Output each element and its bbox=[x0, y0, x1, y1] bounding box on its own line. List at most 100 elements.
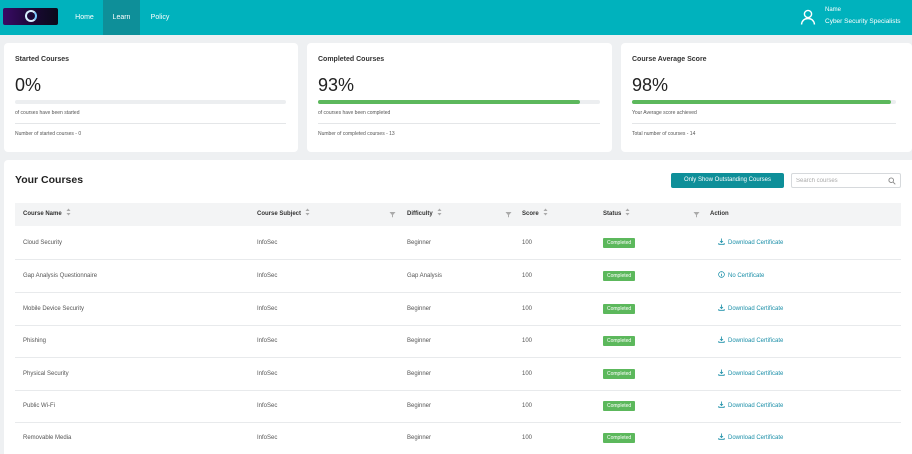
card-title: Started Courses bbox=[15, 56, 70, 63]
user-name[interactable]: Name bbox=[825, 7, 841, 13]
course-name: Cloud Security bbox=[23, 240, 63, 246]
user-icon[interactable] bbox=[800, 9, 816, 25]
course-score: 100 bbox=[522, 371, 533, 377]
sort-icon[interactable] bbox=[625, 208, 630, 216]
status-badge: Completed bbox=[603, 369, 636, 379]
status-badge: Completed bbox=[603, 304, 636, 314]
card-value: 0% bbox=[15, 75, 42, 95]
download-icon bbox=[718, 238, 725, 245]
download-certificate-link[interactable]: Download Certificate bbox=[718, 293, 783, 325]
logo-ring-icon bbox=[25, 10, 37, 22]
nav-policy[interactable]: Policy bbox=[142, 0, 178, 35]
sort-icon[interactable] bbox=[543, 208, 548, 216]
table-row: Gap Analysis Questionnaire InfoSec Gap A… bbox=[15, 260, 901, 293]
action-label: Download Certificate bbox=[728, 306, 784, 312]
course-score: 100 bbox=[522, 306, 533, 312]
started-courses-card: Started Courses 0% of courses have been … bbox=[4, 43, 298, 152]
course-name: Phishing bbox=[23, 338, 47, 344]
course-score: 100 bbox=[522, 403, 533, 409]
column-header-score[interactable]: Score bbox=[522, 203, 548, 226]
search-icon[interactable] bbox=[888, 177, 896, 185]
course-subject: InfoSec bbox=[257, 306, 278, 312]
column-header-course-subject[interactable]: Course Subject bbox=[257, 203, 310, 226]
course-difficulty: Beginner bbox=[407, 240, 432, 246]
filter-icon[interactable] bbox=[389, 211, 396, 218]
card-value: 98% bbox=[632, 75, 669, 95]
card-footer: Total number of courses - 14 bbox=[632, 131, 696, 137]
info-icon bbox=[718, 271, 725, 278]
download-certificate-link[interactable]: Download Certificate bbox=[718, 358, 783, 390]
card-footer: Number of completed courses - 13 bbox=[318, 131, 395, 137]
search-box[interactable] bbox=[791, 173, 901, 188]
course-difficulty: Beginner bbox=[407, 371, 432, 377]
table-row: Phishing InfoSec Beginner 100 Completed … bbox=[15, 325, 901, 358]
show-outstanding-button[interactable]: Only Show Outstanding Courses bbox=[671, 173, 784, 188]
user-organization: Cyber Security Specialists bbox=[825, 18, 901, 25]
card-divider bbox=[318, 123, 600, 124]
column-label: Score bbox=[522, 211, 539, 217]
course-difficulty: Beginner bbox=[407, 435, 432, 441]
course-name: Physical Security bbox=[23, 371, 69, 377]
column-header-course-name[interactable]: Course Name bbox=[23, 203, 71, 226]
status-badge: Completed bbox=[603, 271, 636, 281]
search-input[interactable] bbox=[796, 175, 882, 186]
course-difficulty: Beginner bbox=[407, 306, 432, 312]
column-label: Difficulty bbox=[407, 211, 433, 217]
table-row: Removable Media InfoSec Beginner 100 Com… bbox=[15, 422, 901, 454]
table-row: Public Wi-Fi InfoSec Beginner 100 Comple… bbox=[15, 390, 901, 423]
card-title: Course Average Score bbox=[632, 56, 707, 63]
download-certificate-link[interactable]: Download Certificate bbox=[718, 422, 783, 454]
course-score: 100 bbox=[522, 338, 533, 344]
average-score-card: Course Average Score 98% Your Average sc… bbox=[621, 43, 912, 152]
course-subject: InfoSec bbox=[257, 403, 278, 409]
card-title: Completed Courses bbox=[318, 56, 385, 63]
card-subtitle: Your Average score achieved bbox=[632, 110, 697, 116]
filter-icon[interactable] bbox=[505, 211, 512, 218]
column-header-status[interactable]: Status bbox=[603, 203, 630, 226]
download-icon bbox=[718, 433, 725, 440]
course-difficulty: Gap Analysis bbox=[407, 273, 443, 279]
table-row: Physical Security InfoSec Beginner 100 C… bbox=[15, 358, 901, 391]
course-subject: InfoSec bbox=[257, 338, 278, 344]
download-certificate-link[interactable]: Download Certificate bbox=[718, 227, 783, 259]
sort-icon[interactable] bbox=[305, 208, 310, 216]
nav-learn[interactable]: Learn bbox=[103, 0, 140, 35]
course-subject: InfoSec bbox=[257, 273, 278, 279]
column-label: Status bbox=[603, 211, 622, 217]
card-divider bbox=[632, 123, 896, 124]
column-label: Course Subject bbox=[257, 211, 302, 217]
course-subject: InfoSec bbox=[257, 371, 278, 377]
download-certificate-link[interactable]: Download Certificate bbox=[718, 390, 783, 422]
progress-bar bbox=[632, 100, 896, 104]
course-name: Gap Analysis Questionnaire bbox=[23, 273, 98, 279]
panel-title: Your Courses bbox=[15, 174, 84, 186]
download-icon bbox=[718, 401, 725, 408]
column-header-difficulty[interactable]: Difficulty bbox=[407, 203, 442, 226]
nav-home[interactable]: Home bbox=[67, 0, 102, 35]
status-badge: Completed bbox=[603, 336, 636, 346]
table-row: Mobile Device Security InfoSec Beginner … bbox=[15, 293, 901, 326]
status-badge: Completed bbox=[603, 433, 636, 443]
column-label: Course Name bbox=[23, 211, 62, 217]
course-difficulty: Beginner bbox=[407, 403, 432, 409]
course-name: Public Wi-Fi bbox=[23, 403, 56, 409]
download-icon bbox=[718, 336, 725, 343]
filter-icon[interactable] bbox=[693, 211, 700, 218]
card-footer: Number of started courses - 0 bbox=[15, 131, 82, 137]
company-logo[interactable] bbox=[3, 8, 58, 25]
your-courses-panel: Your Courses Only Show Outstanding Cours… bbox=[4, 160, 912, 454]
no-certificate-link[interactable]: No Certificate bbox=[718, 260, 764, 292]
action-label: Download Certificate bbox=[728, 435, 784, 441]
sort-icon[interactable] bbox=[66, 208, 71, 216]
progress-bar bbox=[15, 100, 286, 104]
sort-icon[interactable] bbox=[437, 208, 442, 216]
status-badge: Completed bbox=[603, 238, 636, 248]
progress-bar bbox=[318, 100, 600, 104]
progress-fill bbox=[318, 100, 581, 104]
course-name: Mobile Device Security bbox=[23, 306, 85, 312]
column-header-action: Action bbox=[710, 211, 729, 217]
completed-courses-card: Completed Courses 93% of courses have be… bbox=[307, 43, 612, 152]
download-certificate-link[interactable]: Download Certificate bbox=[718, 325, 783, 357]
course-name: Removable Media bbox=[23, 435, 72, 441]
table-row: Cloud Security InfoSec Beginner 100 Comp… bbox=[15, 227, 901, 260]
